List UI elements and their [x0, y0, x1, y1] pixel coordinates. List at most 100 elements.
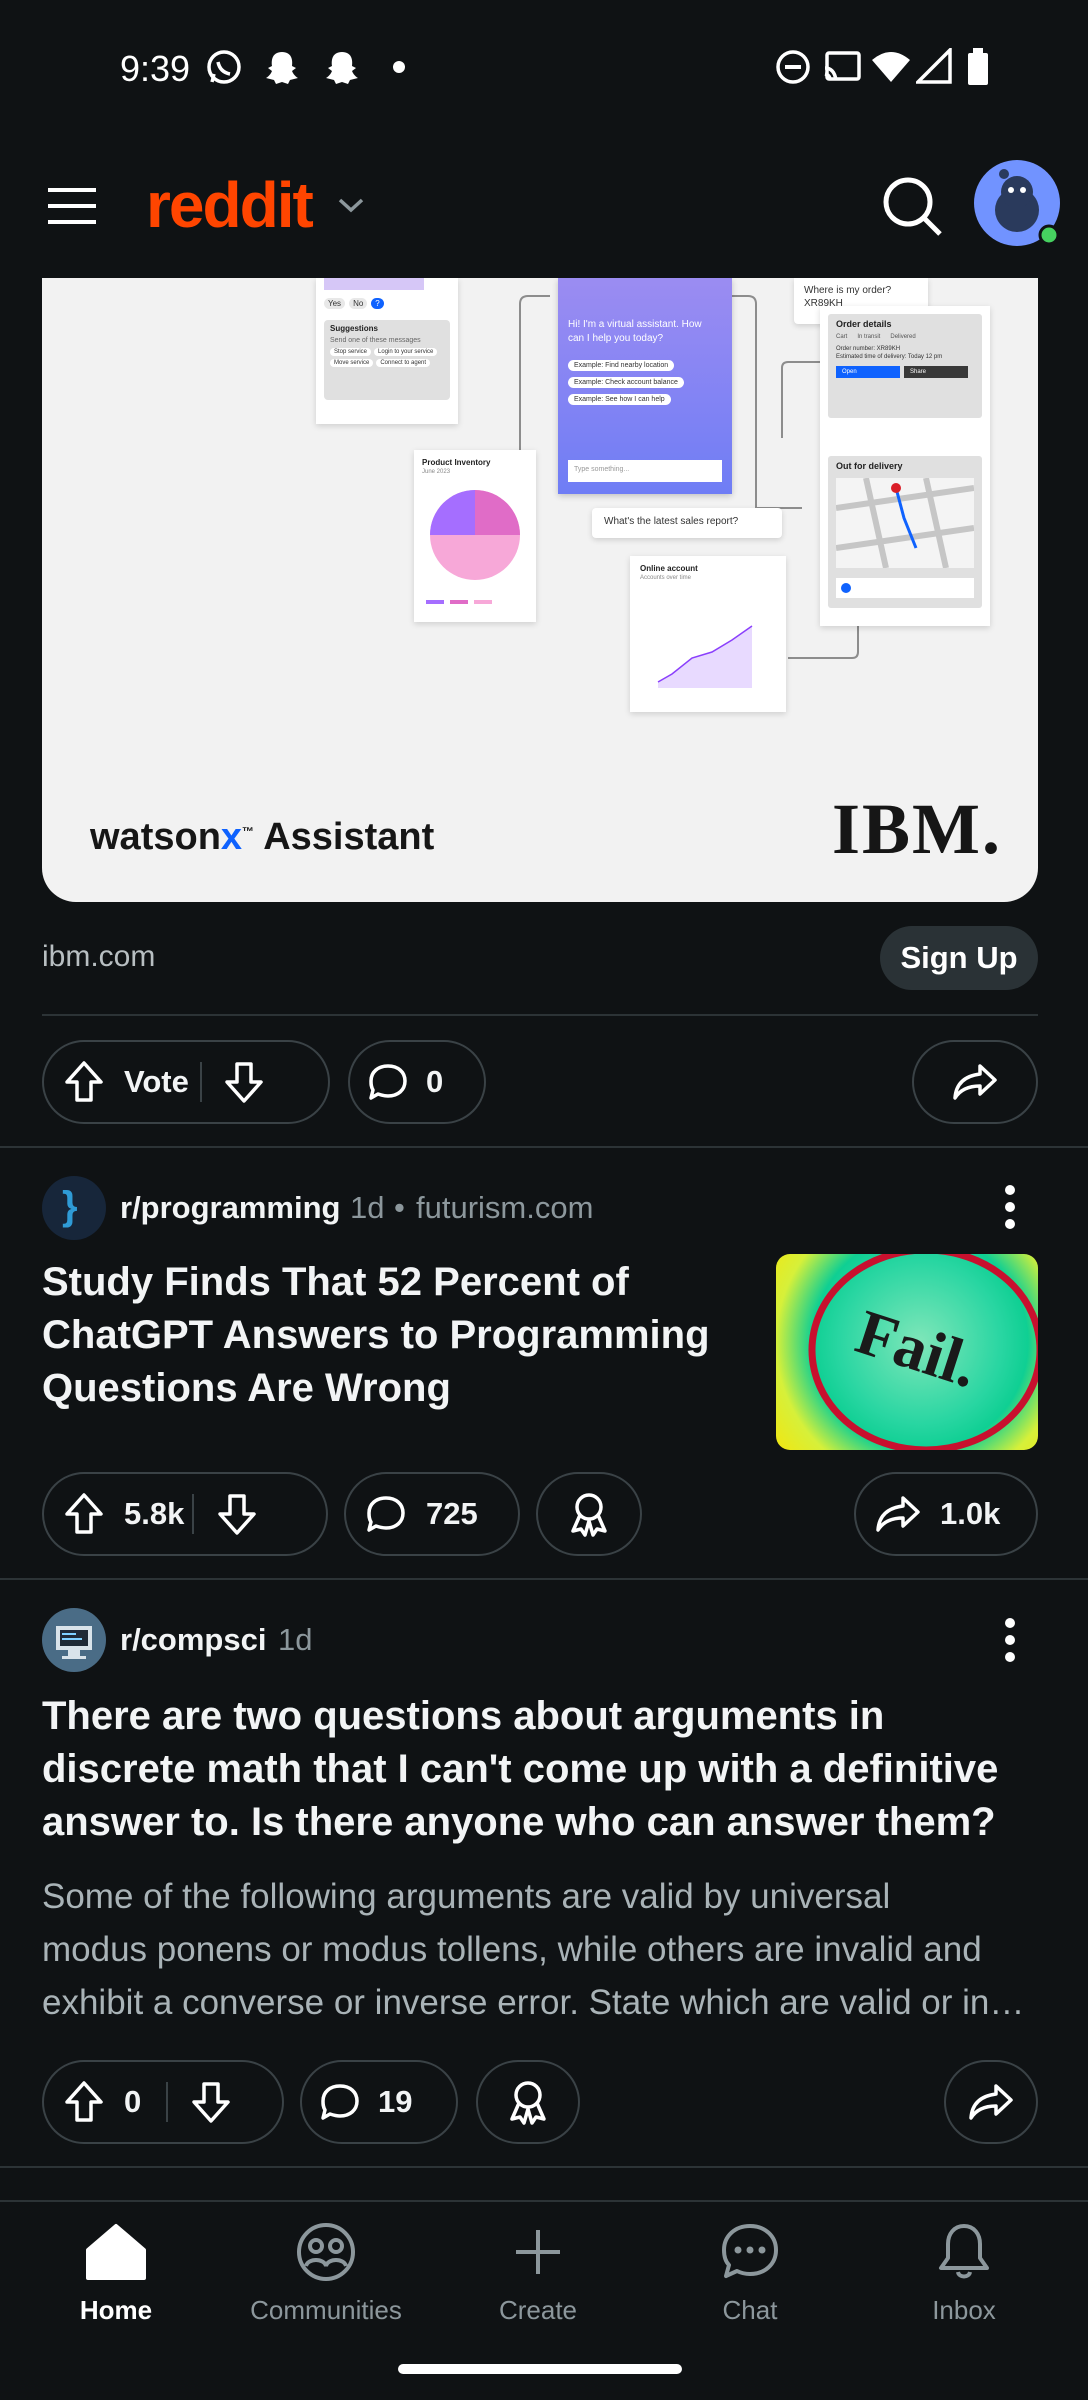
order-panel: Order details Cart In transit Delivered … — [828, 314, 982, 418]
post-title[interactable]: Study Finds That 52 Percent of ChatGPT A… — [42, 1256, 742, 1415]
ad-brand-title: watsonx™ Assistant — [90, 816, 434, 859]
sales-bubble: What's the latest sales report? — [592, 508, 782, 538]
ibm-logo: IBM. — [832, 789, 1002, 869]
reddit-logo[interactable]: reddit — [146, 156, 376, 256]
order-step: Delivered — [890, 334, 916, 340]
communities-icon — [294, 2223, 358, 2286]
award-icon — [506, 2079, 550, 2125]
nav-communities[interactable]: Communities — [226, 2222, 426, 2326]
order-number: Order number: XR89KH — [836, 346, 901, 352]
whatsapp-icon — [204, 48, 244, 93]
comment-count: 19 — [378, 2084, 413, 2119]
nav-label: Create — [498, 2295, 578, 2325]
assistant-option: Example: Check account balance — [568, 377, 684, 388]
comment-count: 725 — [426, 1496, 478, 1531]
nav-label: Communities — [250, 2295, 402, 2325]
comments-button[interactable]: 725 — [344, 1472, 520, 1556]
award-button[interactable] — [536, 1472, 642, 1556]
post-body[interactable]: Some of the following arguments are vali… — [42, 1870, 1052, 2029]
suggestions-sub: Send one of these messages — [330, 337, 421, 344]
delivery-panel: Out for delivery — [828, 456, 982, 608]
comment-icon — [350, 1062, 426, 1102]
divider — [0, 1578, 1088, 1580]
post-age: 1d — [350, 1190, 385, 1225]
chat-bubble — [324, 278, 424, 290]
yes-chip: Yes — [324, 298, 346, 309]
share-icon — [968, 2082, 1014, 2122]
brand-tm: ™ — [242, 824, 255, 839]
subreddit-avatar[interactable]: } — [42, 1176, 106, 1240]
subreddit-name[interactable]: r/compsci — [120, 1622, 266, 1658]
plus-icon — [506, 2230, 570, 2286]
suggestions-card: Yes No ? Suggestions Send one of these m… — [316, 278, 458, 424]
post-source[interactable]: futurism.com — [416, 1190, 593, 1226]
divider — [0, 1146, 1088, 1148]
post-title-line: answer to. Is there anyone who can answe… — [42, 1800, 996, 1844]
subreddit-avatar[interactable] — [42, 1608, 106, 1672]
comments-button[interactable]: 0 — [348, 1040, 486, 1124]
nav-home[interactable]: Home — [16, 2222, 216, 2326]
brand-prefix: watson — [90, 816, 221, 858]
post-title-line: Questions Are Wrong — [42, 1366, 451, 1410]
assistant-option: Example: Find nearby location — [568, 360, 675, 371]
vote-label: Vote — [124, 1064, 189, 1099]
inventory-title: Product Inventory — [422, 458, 491, 467]
share-button[interactable]: 1.0k — [854, 1472, 1038, 1556]
search-icon[interactable] — [880, 174, 944, 243]
delivery-map — [836, 478, 974, 568]
sign-up-button[interactable]: Sign Up — [880, 926, 1038, 990]
post-title[interactable]: There are two questions about arguments … — [42, 1690, 1052, 1849]
hamburger-icon[interactable] — [46, 184, 98, 233]
suggestion-chip: Connect to agent — [376, 359, 431, 367]
nav-inbox[interactable]: Inbox — [864, 2222, 1064, 2326]
nav-label: Chat — [722, 2295, 778, 2325]
home-icon — [84, 2224, 148, 2286]
post-title-line: ChatGPT Answers to Programming — [42, 1313, 710, 1357]
bell-icon — [932, 2224, 996, 2286]
share-button[interactable] — [944, 2060, 1038, 2144]
meta-separator: • — [394, 1190, 405, 1225]
nav-create[interactable]: Create — [438, 2222, 638, 2326]
post-title-line: Study Finds That 52 Percent of — [42, 1260, 629, 1304]
post-body-line: Some of the following arguments are vali… — [42, 1877, 891, 1916]
subreddit-name[interactable]: r/programming — [120, 1190, 340, 1226]
ad-image[interactable]: Yes No ? Suggestions Send one of these m… — [42, 278, 1038, 902]
signal-icon — [913, 45, 952, 91]
assistant-option: Example: See how I can help — [568, 394, 671, 405]
divider — [0, 2166, 1088, 2168]
nav-chat[interactable]: Chat — [650, 2222, 850, 2326]
upvote-icon[interactable] — [44, 1060, 124, 1104]
award-icon — [567, 1491, 611, 1537]
status-bar: 9:39 — [0, 0, 1088, 136]
programming-brace-icon: } — [62, 1184, 78, 1228]
comment-count: 0 — [426, 1064, 444, 1099]
no-chip: No — [349, 298, 368, 309]
snapchat-icon — [262, 48, 302, 93]
assistant-card: Hi! I'm a virtual assistant. How can I h… — [558, 278, 732, 494]
upvote-icon[interactable] — [44, 1492, 124, 1536]
downvote-icon[interactable] — [202, 1060, 286, 1104]
share-count: 1.0k — [940, 1496, 1001, 1531]
dnd-icon — [774, 48, 812, 91]
more-options-icon[interactable] — [1004, 1617, 1016, 1663]
ad-domain[interactable]: ibm.com — [42, 940, 155, 974]
post-thumbnail[interactable]: Fail. — [776, 1254, 1038, 1450]
gesture-bar[interactable] — [398, 2364, 682, 2374]
online-account-card: Online account Accounts over time — [630, 556, 786, 712]
share-icon — [856, 1494, 940, 1534]
suggestion-chip: Stop service — [330, 348, 372, 356]
comments-button[interactable]: 19 — [300, 2060, 458, 2144]
more-options-icon[interactable] — [1004, 1184, 1016, 1230]
brand-suffix: Assistant — [254, 816, 435, 858]
vote-count: 5.8k — [124, 1496, 185, 1531]
pie-chart — [430, 490, 520, 580]
upvote-icon[interactable] — [44, 2080, 124, 2124]
downvote-icon[interactable] — [194, 1492, 280, 1536]
post-title-line: There are two questions about arguments … — [42, 1694, 885, 1738]
avatar[interactable] — [974, 160, 1060, 246]
post-title-line: discrete math that I can't come up with … — [42, 1747, 999, 1791]
share-icon — [952, 1062, 998, 1102]
award-button[interactable] — [476, 2060, 580, 2144]
share-button[interactable] — [912, 1040, 1038, 1124]
downvote-icon[interactable] — [168, 2080, 254, 2124]
